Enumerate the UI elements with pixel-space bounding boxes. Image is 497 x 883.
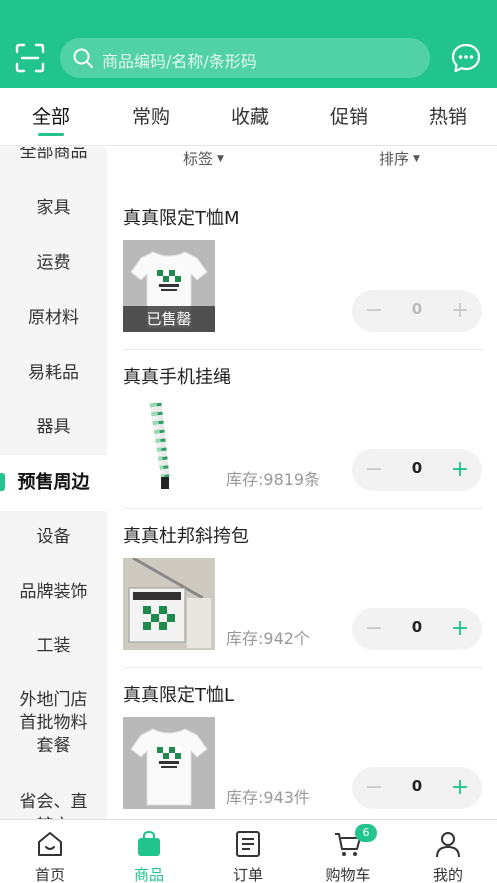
user-icon [434,830,462,858]
product-name: 真真限定T恤L [123,685,235,706]
sidebar-item-presale-merch[interactable]: 预售周边 [0,455,107,511]
chat-icon[interactable] [450,42,482,74]
product-image-tshirt[interactable]: 已售罄 [123,240,215,332]
tabbar-orders[interactable]: 订单 [213,826,283,883]
search-placeholder: 商品编码/名称/条形码 [102,52,257,71]
quantity-value[interactable]: 0 [402,777,432,795]
tabbar-products[interactable]: 商品 [114,826,184,883]
sidebar-item-consumables[interactable]: 易耗品 [0,362,107,384]
stock-text: 库存:942个 [226,629,310,648]
t-shirt-icon [123,717,215,809]
quantity-stepper: − 0 + [352,767,482,809]
quantity-value[interactable]: 0 [402,459,432,477]
tag-filter[interactable]: 标签 ▼ [183,148,224,169]
product-image-tshirt[interactable] [123,717,215,809]
tab-promotions[interactable]: 促销 [314,102,384,129]
tab-all[interactable]: 全部 [16,102,86,129]
active-tab-indicator [38,133,64,136]
sidebar-item-workwear[interactable]: 工装 [0,635,107,657]
tab-favorites[interactable]: 收藏 [215,102,285,129]
divider [123,667,483,668]
quantity-stepper: − 0 + [352,449,482,491]
decrease-button[interactable]: − [362,456,386,484]
increase-button[interactable]: + [448,774,472,802]
stock-text: 库存:943件 [226,788,310,807]
sort-filter-label: 排序 [379,150,410,168]
order-list-icon [234,830,262,858]
quantity-value[interactable]: 0 [402,300,432,318]
tabbar-label: 我的 [432,866,463,883]
shopping-bag-icon [135,830,163,858]
tabbar-label: 订单 [232,866,263,883]
stock-text: 库存:9819条 [226,470,321,489]
product-item[interactable]: 真真限定T恤M 已售罄 − 0 + [123,204,483,362]
caret-down-icon: ▼ [217,154,224,164]
tabbar-label: 购物车 [325,866,371,883]
cart-count-badge: 6 [355,824,377,842]
product-item[interactable]: 真真杜邦斜挎包 库存:942个 − 0 + [123,522,483,680]
sidebar-item-raw-materials[interactable]: 原材料 [0,307,107,329]
lanyard-icon [123,399,215,491]
product-name: 真真杜邦斜挎包 [123,526,249,547]
active-category-indicator [0,473,5,491]
product-image-lanyard[interactable] [123,399,215,491]
sidebar-item-brand-decor[interactable]: 品牌装饰 [0,581,107,603]
sidebar-item-equipment[interactable]: 设备 [0,526,107,548]
increase-button[interactable]: + [448,456,472,484]
category-tabs: 全部 常购 收藏 促销 热销 [0,88,497,146]
search-input[interactable]: 商品编码/名称/条形码 [60,38,430,78]
caret-down-icon: ▼ [413,154,420,164]
category-sidebar: 全部商品 家具 运费 原材料 易耗品 器具 预售周边 设备 品牌装饰 工装 外地… [0,147,107,819]
tabbar-label: 首页 [34,866,65,883]
sidebar-item-shipping[interactable]: 运费 [0,252,107,274]
tab-frequent[interactable]: 常购 [116,102,186,129]
tag-filter-label: 标签 [183,150,214,168]
quantity-stepper: − 0 + [352,608,482,650]
decrease-button[interactable]: − [362,615,386,643]
crossbody-bag-icon [123,558,215,650]
sidebar-item-all-products[interactable]: 全部商品 [0,147,107,163]
quantity-value[interactable]: 0 [402,618,432,636]
tab-hot-sales[interactable]: 热销 [413,102,483,129]
product-name: 真真限定T恤M [123,208,240,229]
increase-button[interactable]: + [448,615,472,643]
decrease-button[interactable]: − [362,297,386,325]
sidebar-item-utensils[interactable]: 器具 [0,416,107,438]
scan-icon[interactable] [14,42,46,74]
sidebar-item-first-batch-kit[interactable]: 外地门店首批物料套餐 [0,689,107,758]
filter-bar: 标签 ▼ 排序 ▼ [107,147,497,177]
product-item[interactable]: 真真限定T恤L 库存:943件 − 0 + [123,681,483,839]
sort-filter[interactable]: 排序 ▼ [379,148,420,169]
top-header: 商品编码/名称/条形码 [0,0,497,88]
divider [123,349,483,350]
divider [123,508,483,509]
product-image-bag[interactable] [123,558,215,650]
sidebar-item-provincial-capitals[interactable]: 省会、直辖市 [0,790,107,819]
search-icon [72,47,94,69]
tabbar-profile[interactable]: 我的 [413,826,483,883]
decrease-button[interactable]: − [362,774,386,802]
bottom-tab-bar: 首页 商品 订单 6 购物车 我的 [0,819,497,883]
home-icon [36,830,64,858]
tabbar-label: 商品 [133,866,164,883]
sold-out-label: 已售罄 [123,306,215,332]
product-item[interactable]: 真真手机挂绳 库存:9819条 − 0 + [123,363,483,521]
increase-button[interactable]: + [448,297,472,325]
sidebar-item-label: 预售周边 [17,472,90,493]
sidebar-item-furniture[interactable]: 家具 [0,197,107,219]
quantity-stepper: − 0 + [352,290,482,332]
product-name: 真真手机挂绳 [123,367,231,388]
tabbar-home[interactable]: 首页 [15,826,85,883]
tabbar-cart[interactable]: 6 购物车 [313,824,383,883]
